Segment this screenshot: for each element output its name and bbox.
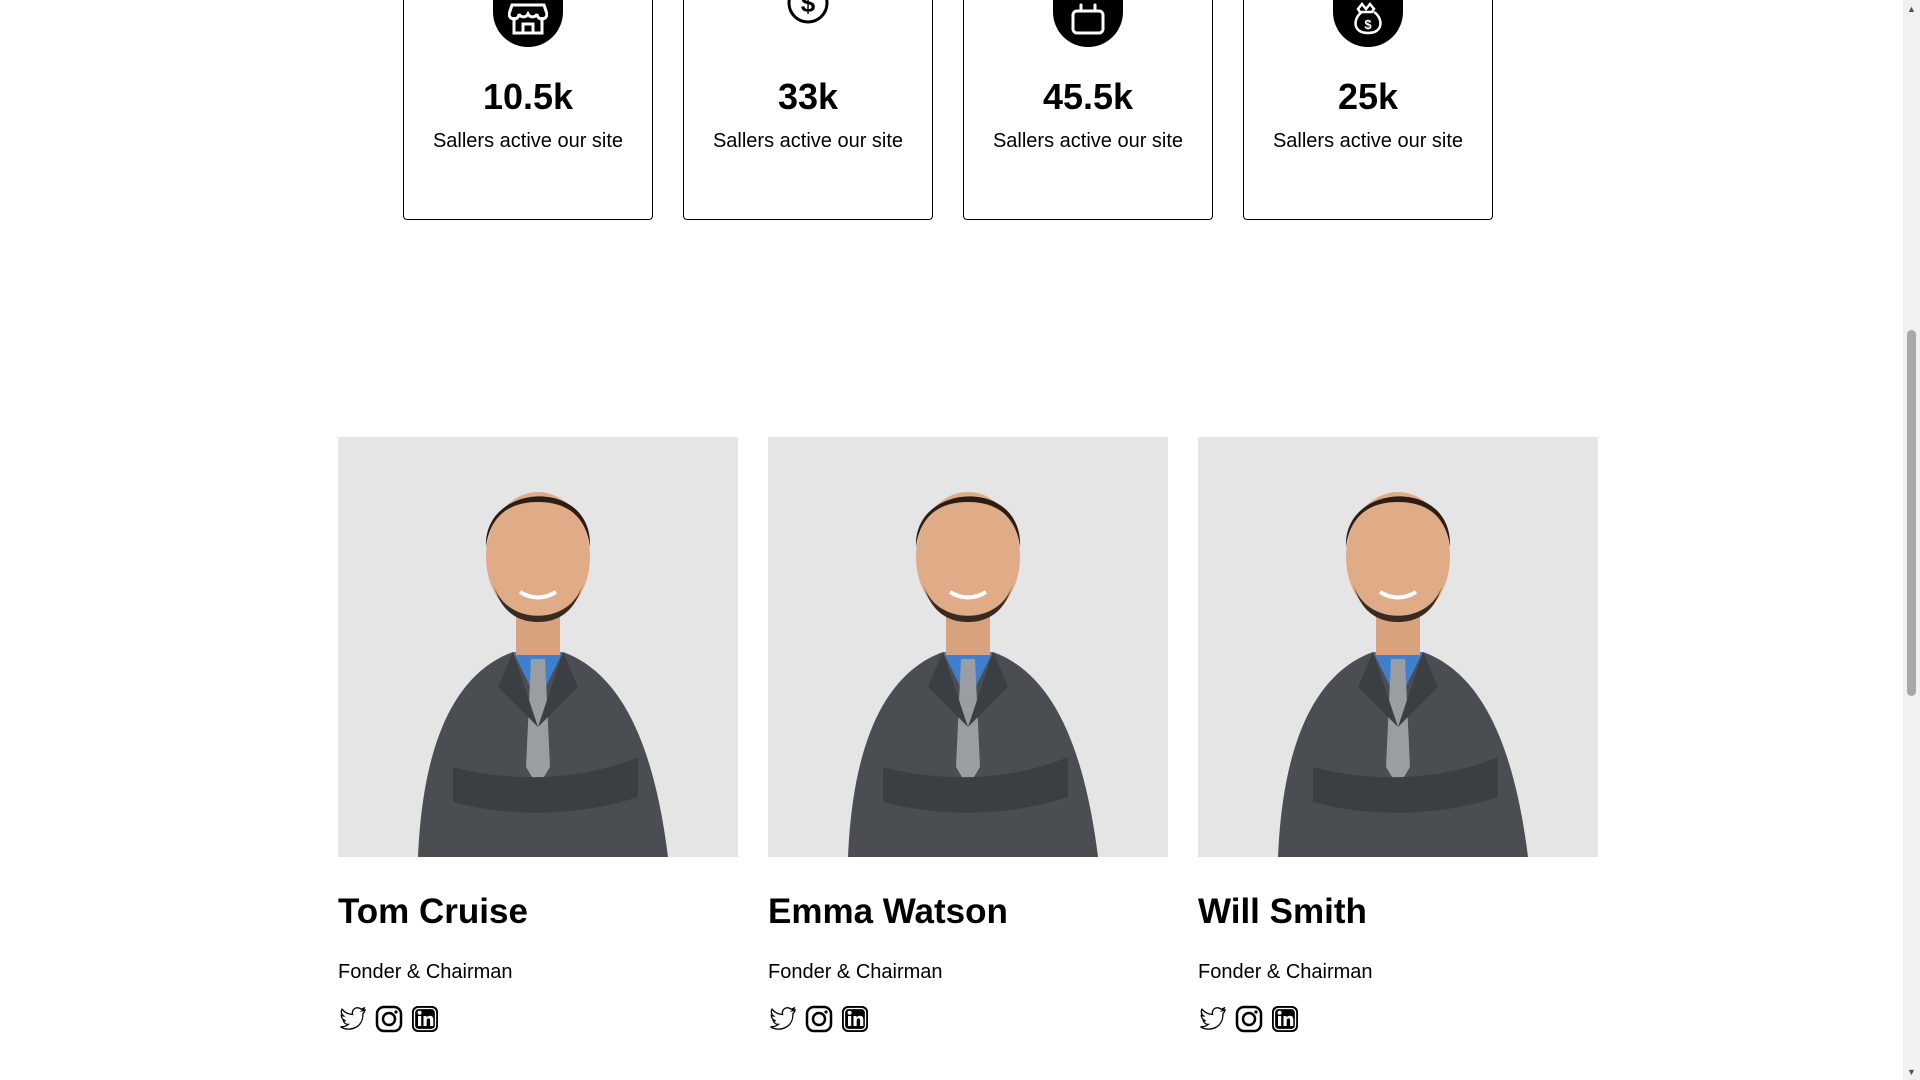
stats-section: 10.5k Sallers active our site $ 33k Sall… — [403, 0, 1493, 220]
member-name: Tom Cruise — [338, 892, 528, 931]
linkedin-icon[interactable] — [1270, 1004, 1300, 1034]
dollar-icon: $ — [784, 0, 832, 29]
businessman-portrait — [848, 492, 1098, 857]
businessman-portrait — [418, 492, 668, 857]
twitter-icon[interactable] — [1198, 1004, 1228, 1034]
team-member-card: Will Smith Fonder & Chairman — [1198, 437, 1598, 1034]
instagram-icon[interactable] — [1234, 1004, 1264, 1034]
store-icon — [493, 0, 563, 47]
scroll-thumb[interactable] — [1907, 330, 1916, 696]
member-photo — [768, 437, 1168, 857]
stat-label: Sallers active our site — [1272, 130, 1464, 152]
stat-label: Sallers active our site — [432, 130, 624, 152]
social-links — [338, 1004, 738, 1034]
page: 10.5k Sallers active our site $ 33k Sall… — [0, 0, 1920, 1080]
stat-label: Sallers active our site — [712, 130, 904, 152]
shopping-bag-icon — [1053, 0, 1123, 47]
member-name: Emma Watson — [768, 892, 1008, 931]
team-member-card: Emma Watson Fonder & Chairman — [768, 437, 1168, 1034]
stat-value: 25k — [1337, 76, 1399, 117]
team-section: Tom Cruise Fonder & Chairman Emma Watson… — [338, 437, 1598, 1034]
member-photo — [1198, 437, 1598, 857]
twitter-icon[interactable] — [338, 1004, 368, 1034]
team-member-card: Tom Cruise Fonder & Chairman — [338, 437, 738, 1034]
social-links — [1198, 1004, 1598, 1034]
scroll-down-arrow-icon[interactable]: ▼ — [1903, 1063, 1920, 1080]
stat-value: 33k — [777, 76, 839, 117]
member-photo — [338, 437, 738, 857]
member-role: Fonder & Chairman — [338, 960, 513, 983]
social-links — [768, 1004, 1168, 1034]
scroll-up-arrow-icon[interactable]: ▲ — [1903, 0, 1920, 17]
svg-text:$: $ — [1364, 17, 1372, 32]
member-role: Fonder & Chairman — [1198, 960, 1373, 983]
instagram-icon[interactable] — [374, 1004, 404, 1034]
member-role: Fonder & Chairman — [768, 960, 943, 983]
stat-card: 45.5k Sallers active our site — [963, 0, 1213, 220]
instagram-icon[interactable] — [804, 1004, 834, 1034]
linkedin-icon[interactable] — [410, 1004, 440, 1034]
money-bag-icon: $ — [1333, 0, 1403, 47]
vertical-scrollbar[interactable]: ▲ ▼ — [1903, 0, 1920, 1080]
member-name: Will Smith — [1198, 892, 1367, 931]
linkedin-icon[interactable] — [840, 1004, 870, 1034]
twitter-icon[interactable] — [768, 1004, 798, 1034]
stat-card: $ 25k Sallers active our site — [1243, 0, 1493, 220]
stat-value: 10.5k — [482, 76, 574, 117]
businessman-portrait — [1278, 492, 1528, 857]
svg-text:$: $ — [801, 0, 816, 18]
stat-card: 10.5k Sallers active our site — [403, 0, 653, 220]
stat-value: 45.5k — [1042, 76, 1134, 117]
stat-card: $ 33k Sallers active our site — [683, 0, 933, 220]
stat-label: Sallers active our site — [992, 130, 1184, 152]
